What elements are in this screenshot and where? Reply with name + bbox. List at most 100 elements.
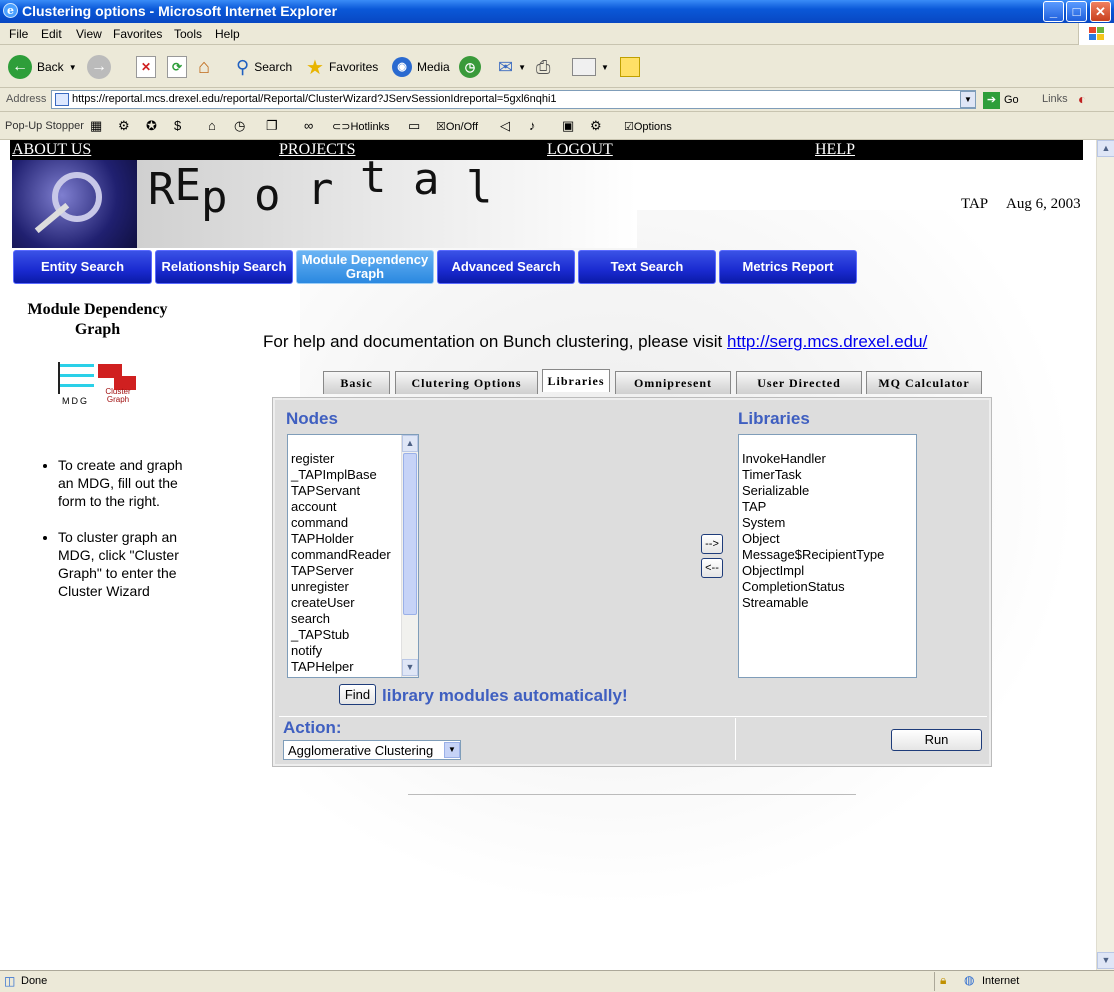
links-label[interactable]: Links (1042, 93, 1068, 105)
list-item[interactable]: TAP (739, 499, 916, 515)
music-icon[interactable]: ♪ (529, 118, 536, 133)
list-item[interactable]: CompletionStatus (739, 579, 916, 595)
list-item[interactable]: search (288, 611, 418, 627)
projects-link[interactable]: PROJECTS (279, 141, 355, 159)
list-item[interactable]: InvokeHandler (739, 451, 916, 467)
find-button[interactable]: Find (339, 684, 376, 705)
move-left-button[interactable]: <-- (701, 558, 723, 578)
gear-icon[interactable]: ⚙ (590, 118, 602, 134)
list-item[interactable]: ObjectImpl (739, 563, 916, 579)
stop-button[interactable]: ✕ (136, 54, 156, 80)
scroll-thumb[interactable] (403, 453, 417, 615)
refresh-button[interactable]: ⟳ (167, 54, 187, 80)
folder-icon[interactable]: ▭ (408, 118, 420, 134)
nodes-scrollbar[interactable]: ▲ ▼ (401, 435, 418, 677)
menu-edit[interactable]: Edit (41, 27, 62, 41)
nav-advanced-search[interactable]: Advanced Search (437, 250, 575, 284)
help-link[interactable]: HELP (815, 141, 855, 159)
scroll-up-icon[interactable]: ▲ (402, 435, 418, 452)
list-item[interactable]: TimerTask (739, 467, 916, 483)
nav-relationship-search[interactable]: Relationship Search (155, 250, 293, 284)
forward-button[interactable]: → (87, 54, 111, 80)
logout-link[interactable]: LOGOUT (547, 141, 613, 159)
action-select[interactable]: Agglomerative Clustering ▼ (283, 740, 461, 760)
back-button[interactable]: ← Back ▼ (8, 54, 77, 80)
discuss-button[interactable] (620, 54, 640, 80)
list-item[interactable]: Serializable (739, 483, 916, 499)
about-us-link[interactable]: ABOUT US (12, 141, 91, 159)
sound-icon[interactable]: ◁ (500, 118, 510, 134)
menu-view[interactable]: View (76, 27, 102, 41)
search-button[interactable]: ⚲ Search (236, 54, 292, 80)
tab-clustering-options[interactable]: Clutering Options (395, 371, 538, 394)
address-input[interactable]: https://reportal.mcs.drexel.edu/reportal… (51, 90, 976, 109)
move-right-button[interactable]: --> (701, 534, 723, 554)
nav-module-dependency-graph[interactable]: Module Dependency Graph (296, 250, 434, 284)
list-item[interactable]: unregister (288, 579, 418, 595)
list-item[interactable]: command (288, 515, 418, 531)
list-item[interactable]: Message$RecipientType (739, 547, 916, 563)
settings-icon[interactable]: ⚙ (118, 118, 130, 134)
chain-icon[interactable]: ∞ (304, 118, 313, 133)
nav-text-search[interactable]: Text Search (578, 250, 716, 284)
screen-icon[interactable]: ▣ (562, 118, 574, 134)
favorites-button[interactable]: ★ Favorites (306, 54, 378, 80)
nodes-listbox[interactable]: register _TAPImplBase TAPServant account… (287, 434, 419, 678)
tab-user-directed[interactable]: User Directed (736, 371, 862, 394)
history-button[interactable]: ◷ (459, 54, 481, 80)
onoff-button[interactable]: ☒On/Off (436, 120, 478, 133)
options-button[interactable]: ☑Options (624, 120, 672, 133)
menu-file[interactable]: File (9, 27, 28, 41)
list-item[interactable]: TAPServer (288, 563, 418, 579)
chevron-down-icon[interactable]: ▼ (444, 742, 460, 758)
print-button[interactable]: ⎙ (536, 54, 550, 80)
hotlinks-button[interactable]: ⊂⊃Hotlinks (332, 120, 390, 133)
list-item[interactable]: _TAPImplBase (288, 467, 418, 483)
tab-mq-calculator[interactable]: MQ Calculator (866, 371, 982, 394)
tab-libraries[interactable]: Libraries (542, 369, 610, 392)
address-dropdown-button[interactable]: ▼ (960, 91, 976, 108)
scroll-down-icon[interactable]: ▼ (1097, 952, 1114, 969)
list-item[interactable]: notify (288, 643, 418, 659)
list-item[interactable]: createUser (288, 595, 418, 611)
home-small-icon[interactable]: ⌂ (208, 118, 216, 133)
list-item[interactable]: TAPServant (288, 483, 418, 499)
nav-entity-search[interactable]: Entity Search (13, 250, 152, 284)
edit-button[interactable]: ▼ (572, 54, 609, 80)
translate-icon[interactable]: ◐ (1078, 91, 1086, 107)
list-item[interactable]: Object (739, 531, 916, 547)
scroll-down-icon[interactable]: ▼ (402, 659, 418, 676)
libraries-listbox[interactable]: InvokeHandler TimerTask Serializable TAP… (738, 434, 917, 678)
home-button[interactable]: ⌂ (198, 54, 210, 80)
window-icon[interactable]: ❐ (266, 118, 278, 134)
scroll-up-icon[interactable]: ▲ (1097, 140, 1114, 157)
mdg-cluster-icon[interactable]: MDG Cluster Graph (58, 362, 138, 407)
run-button[interactable]: Run (891, 729, 982, 751)
cookie-icon[interactable]: ✪ (146, 118, 157, 134)
tab-basic[interactable]: Basic (323, 371, 390, 394)
list-item[interactable]: commandReader (288, 547, 418, 563)
list-item[interactable]: System (739, 515, 916, 531)
tab-omnipresent[interactable]: Omnipresent (615, 371, 731, 394)
history-small-icon[interactable]: ◷ (234, 118, 245, 134)
maximize-button[interactable]: □ (1066, 1, 1087, 22)
menu-tools[interactable]: Tools (174, 27, 202, 41)
list-item[interactable]: TAPHelper (288, 659, 418, 675)
list-item[interactable]: test (288, 675, 418, 677)
dollar-icon[interactable]: $ (174, 118, 181, 133)
list-item[interactable]: account (288, 499, 418, 515)
minimize-button[interactable]: _ (1043, 1, 1064, 22)
list-item[interactable]: register (288, 451, 418, 467)
nav-metrics-report[interactable]: Metrics Report (719, 250, 857, 284)
media-button[interactable]: ◉ Media (392, 54, 450, 80)
keyboard-icon[interactable]: ▦ (90, 118, 102, 134)
help-link-url[interactable]: http://serg.mcs.drexel.edu/ (727, 332, 927, 351)
list-item[interactable]: TAPHolder (288, 531, 418, 547)
list-item[interactable]: _TAPStub (288, 627, 418, 643)
mail-button[interactable]: ✉ ▼ (498, 54, 526, 80)
menu-help[interactable]: Help (215, 27, 240, 41)
close-button[interactable]: ✕ (1090, 1, 1111, 22)
list-item[interactable]: Streamable (739, 595, 916, 611)
menu-favorites[interactable]: Favorites (113, 27, 162, 41)
go-button[interactable]: ➔ Go (983, 90, 1019, 110)
